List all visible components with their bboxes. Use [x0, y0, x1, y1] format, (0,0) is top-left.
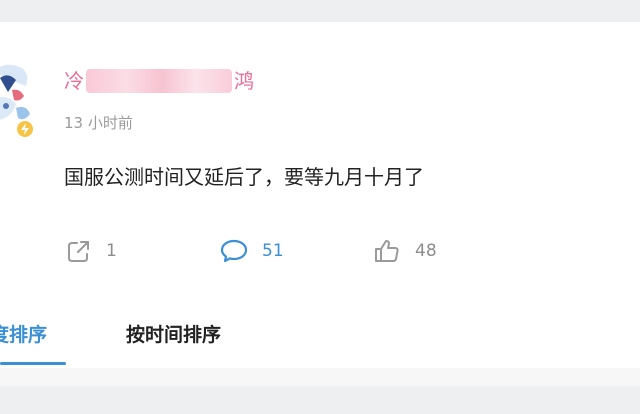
tab-sort-by-time[interactable]: 按时间排序 — [126, 318, 221, 352]
sort-tabs: 度排序 按时间排序 — [0, 318, 221, 365]
tab-sort-by-hotness[interactable]: 度排序 — [0, 318, 72, 365]
tab-label: 按时间排序 — [126, 324, 222, 346]
username-redacted-blur — [86, 69, 232, 93]
comment-button[interactable]: 51 — [220, 236, 284, 266]
post-content: 国服公测时间又延后了，要等九月十月了 — [64, 165, 424, 189]
comment-icon — [220, 238, 248, 264]
like-count: 48 — [415, 241, 437, 261]
share-button[interactable]: 1 — [66, 236, 117, 266]
thumbs-up-icon — [373, 238, 401, 264]
active-tab-indicator — [0, 362, 66, 365]
comment-count: 51 — [262, 241, 284, 261]
like-button[interactable]: 48 — [373, 236, 437, 266]
tab-label: 度排序 — [0, 324, 48, 346]
post-timestamp: 13 小时前 — [64, 114, 133, 132]
verified-badge-icon — [15, 119, 35, 139]
username-end: 鸿 — [234, 69, 254, 93]
username[interactable]: 冷 鸿 — [64, 66, 254, 96]
share-count: 1 — [106, 241, 117, 261]
divider — [0, 368, 640, 386]
username-start: 冷 — [64, 69, 84, 93]
share-icon — [66, 238, 92, 264]
